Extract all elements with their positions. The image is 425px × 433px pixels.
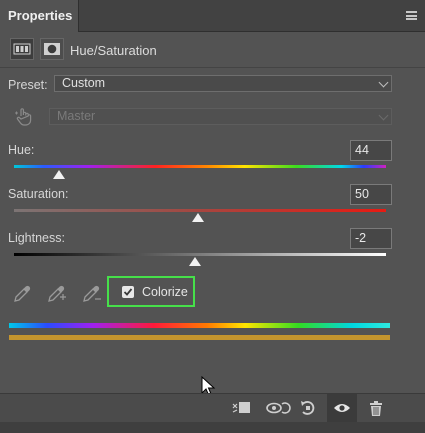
- eyedropper-icon[interactable]: [12, 282, 34, 304]
- clip-to-layer-icon[interactable]: [227, 394, 257, 423]
- panel-tab-bar: Properties: [0, 0, 425, 32]
- hue-label: Hue:: [8, 143, 35, 157]
- preset-label: Preset:: [8, 78, 48, 92]
- lightness-label: Lightness:: [8, 231, 65, 245]
- bottom-toolbar: [0, 393, 425, 423]
- hue-input[interactable]: 44: [350, 140, 392, 161]
- eyedropper-plus-icon[interactable]: [46, 282, 68, 304]
- adjustment-layer-icon[interactable]: [10, 38, 34, 60]
- saturation-label: Saturation:: [8, 187, 69, 201]
- input-color-bar: [9, 323, 390, 328]
- channel-value: Master: [57, 109, 96, 123]
- reset-icon[interactable]: [293, 394, 323, 423]
- lightness-input[interactable]: -2: [350, 228, 392, 249]
- delete-trash-icon[interactable]: [361, 394, 391, 423]
- colorize-checkbox[interactable]: [122, 286, 134, 298]
- properties-tab[interactable]: Properties: [0, 0, 79, 32]
- saturation-slider-track[interactable]: [14, 209, 386, 212]
- checkmark-icon: [123, 288, 133, 296]
- panel-menu-icon[interactable]: [406, 11, 417, 20]
- properties-panel: Properties Hue/Saturation Preset: Custom…: [0, 0, 425, 433]
- mask-icon[interactable]: [40, 38, 64, 60]
- saturation-input[interactable]: 50: [350, 184, 392, 205]
- hue-slider-thumb[interactable]: [53, 170, 65, 179]
- chevron-down-icon: [378, 110, 389, 121]
- colorize-label: Colorize: [142, 285, 188, 299]
- adjustment-title: Hue/Saturation: [70, 43, 157, 58]
- lightness-slider-track[interactable]: [14, 253, 386, 256]
- targeted-adjustment-hand-icon[interactable]: [13, 106, 35, 128]
- eyedropper-minus-icon[interactable]: [81, 282, 103, 304]
- chevron-down-icon: [378, 77, 389, 88]
- output-color-bar: [9, 335, 390, 340]
- lightness-slider-thumb[interactable]: [189, 257, 201, 266]
- channel-dropdown[interactable]: Master: [49, 108, 392, 125]
- divider: [0, 67, 425, 68]
- colorize-checkbox-highlight[interactable]: Colorize: [107, 276, 195, 307]
- view-previous-state-icon[interactable]: [261, 394, 291, 423]
- visibility-eye-icon[interactable]: [327, 394, 357, 423]
- preset-value: Custom: [62, 76, 106, 90]
- saturation-slider-thumb[interactable]: [192, 213, 204, 222]
- panel-bottom-edge: [0, 422, 425, 433]
- hue-slider-track[interactable]: [14, 165, 386, 168]
- panel-title: Properties: [8, 8, 73, 23]
- preset-dropdown[interactable]: Custom: [54, 75, 392, 92]
